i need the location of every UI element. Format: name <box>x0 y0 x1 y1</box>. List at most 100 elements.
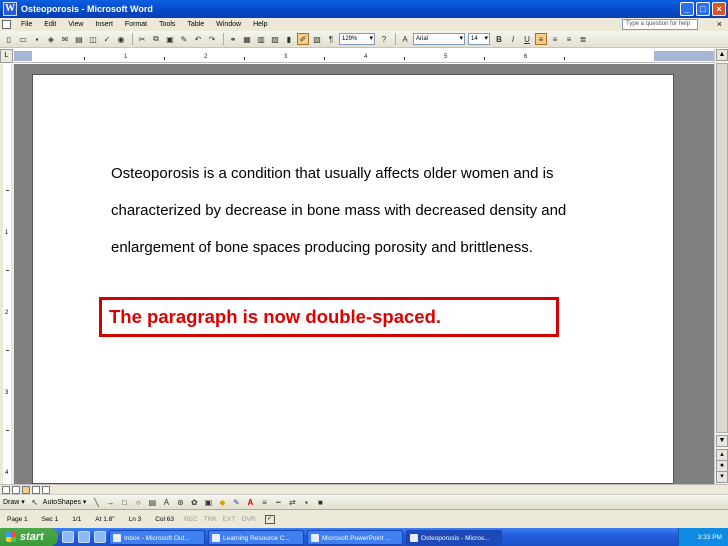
align-right-icon[interactable]: ≡ <box>563 33 575 45</box>
menu-tools[interactable]: Tools <box>153 21 181 28</box>
menu-help[interactable]: Help <box>247 21 273 28</box>
print-icon[interactable]: ▤ <box>73 33 85 45</box>
line-icon[interactable]: ╲ <box>90 496 102 508</box>
scroll-thumb[interactable] <box>716 63 728 433</box>
copy-icon[interactable]: ⧉ <box>150 33 162 45</box>
draw-menu[interactable]: Draw ▾ <box>3 498 25 506</box>
textbox-icon[interactable]: ▤ <box>146 496 158 508</box>
drawing-icon[interactable]: ✐ <box>297 33 309 45</box>
vertical-scrollbar[interactable]: ▲ ▼ ▴ ● ▾ <box>714 49 728 484</box>
close-button[interactable]: × <box>712 2 726 16</box>
menu-file[interactable]: File <box>15 21 38 28</box>
normal-view-icon[interactable] <box>2 486 10 494</box>
quicklaunch-ie-icon[interactable] <box>62 531 74 543</box>
task-outlook[interactable]: Inbox - Microsoft Out... <box>109 529 205 545</box>
line-style-icon[interactable]: ≡ <box>258 496 270 508</box>
web-view-icon[interactable] <box>12 486 20 494</box>
research-icon[interactable]: ◉ <box>115 33 127 45</box>
document-icon[interactable] <box>2 20 11 29</box>
clipart-icon[interactable]: ✿ <box>188 496 200 508</box>
hyperlink-icon[interactable]: ⚭ <box>227 33 239 45</box>
fill-color-icon[interactable]: ◆ <box>216 496 228 508</box>
maximize-button[interactable]: □ <box>696 2 710 16</box>
permission-icon[interactable]: ◈ <box>45 33 57 45</box>
status-trk[interactable]: TRK <box>201 516 220 523</box>
align-center-icon[interactable]: ≡ <box>549 33 561 45</box>
menu-view[interactable]: View <box>62 21 89 28</box>
minimize-button[interactable]: _ <box>680 2 694 16</box>
undo-icon[interactable]: ↶ <box>192 33 204 45</box>
excel-icon[interactable]: ▧ <box>269 33 281 45</box>
horizontal-scrollbar[interactable] <box>0 484 728 494</box>
columns-icon[interactable]: ▮ <box>283 33 295 45</box>
print-preview-icon[interactable]: ◫ <box>87 33 99 45</box>
scroll-down-icon[interactable]: ▼ <box>716 435 728 447</box>
redo-icon[interactable]: ↷ <box>206 33 218 45</box>
oval-icon[interactable]: ○ <box>132 496 144 508</box>
menu-edit[interactable]: Edit <box>38 21 62 28</box>
document-map-icon[interactable]: ▨ <box>311 33 323 45</box>
help-search-input[interactable]: Type a question for help <box>622 19 698 30</box>
spelling-status-icon[interactable]: ✓ <box>264 514 275 524</box>
font-select[interactable]: Arial <box>413 33 465 45</box>
justify-icon[interactable]: ≣ <box>577 33 589 45</box>
task-learning-resource[interactable]: Learning Resource C... <box>208 529 304 545</box>
shadow-icon[interactable]: ▪ <box>300 496 312 508</box>
format-painter-icon[interactable]: ✎ <box>178 33 190 45</box>
task-powerpoint[interactable]: Microsoft PowerPoint ... <box>307 529 403 545</box>
3d-icon[interactable]: ■ <box>314 496 326 508</box>
menu-format[interactable]: Format <box>119 21 153 28</box>
font-color-icon[interactable]: A <box>244 496 256 508</box>
insert-table-icon[interactable]: ▥ <box>255 33 267 45</box>
outline-view-icon[interactable] <box>32 486 40 494</box>
menu-window[interactable]: Window <box>210 21 247 28</box>
tables-borders-icon[interactable]: ▦ <box>241 33 253 45</box>
spelling-icon[interactable]: ✓ <box>101 33 113 45</box>
status-ext[interactable]: EXT <box>220 516 239 523</box>
picture-icon[interactable]: ▣ <box>202 496 214 508</box>
arrow-icon[interactable]: → <box>104 496 116 508</box>
help-icon[interactable]: ? <box>378 33 390 45</box>
scroll-up-icon[interactable]: ▲ <box>716 49 728 61</box>
task-word-osteoporosis[interactable]: Osteoporosis - Micros... <box>406 529 502 545</box>
line-color-icon[interactable]: ✎ <box>230 496 242 508</box>
menu-insert[interactable]: Insert <box>89 21 119 28</box>
show-hide-icon[interactable]: ¶ <box>325 33 337 45</box>
horizontal-ruler[interactable]: 1 2 3 4 5 6 <box>14 49 714 63</box>
document-paragraph[interactable]: Osteoporosis is a condition that usually… <box>111 155 631 266</box>
vertical-ruler[interactable]: 1 2 3 4 <box>0 64 14 484</box>
underline-icon[interactable]: U <box>521 33 533 45</box>
menu-table[interactable]: Table <box>181 21 210 28</box>
font-size-select[interactable]: 14 <box>468 33 490 45</box>
next-page-icon[interactable]: ▾ <box>716 471 728 483</box>
word-app-icon[interactable]: W <box>3 2 17 16</box>
status-ovr[interactable]: OVR <box>238 516 258 523</box>
print-layout-view-icon[interactable] <box>22 486 30 494</box>
quicklaunch-desktop-icon[interactable] <box>78 531 90 543</box>
styles-icon[interactable]: A <box>399 33 411 45</box>
wordart-icon[interactable]: A <box>160 496 172 508</box>
select-objects-icon[interactable]: ↖ <box>29 496 41 508</box>
bold-icon[interactable]: B <box>493 33 505 45</box>
new-document-icon[interactable]: ▯ <box>3 33 15 45</box>
dash-style-icon[interactable]: ┅ <box>272 496 284 508</box>
reading-view-icon[interactable] <box>42 486 50 494</box>
rectangle-icon[interactable]: □ <box>118 496 130 508</box>
autoshapes-menu[interactable]: AutoShapes ▾ <box>43 498 87 506</box>
clock[interactable]: 3:33 PM <box>698 534 722 541</box>
document-page[interactable]: Osteoporosis is a condition that usually… <box>32 74 674 484</box>
cut-icon[interactable]: ✂ <box>136 33 148 45</box>
diagram-icon[interactable]: ⊛ <box>174 496 186 508</box>
start-button[interactable]: start <box>0 528 58 546</box>
zoom-select[interactable]: 129% <box>339 33 375 45</box>
close-document-icon[interactable]: × <box>717 19 722 30</box>
paste-icon[interactable]: ▣ <box>164 33 176 45</box>
quicklaunch-outlook-icon[interactable] <box>94 531 106 543</box>
email-icon[interactable]: ✉ <box>59 33 71 45</box>
arrow-style-icon[interactable]: ⇄ <box>286 496 298 508</box>
tab-selector[interactable]: L <box>0 49 13 63</box>
italic-icon[interactable]: I <box>507 33 519 45</box>
status-rec[interactable]: REC <box>181 516 201 523</box>
open-icon[interactable]: ▭ <box>17 33 29 45</box>
align-left-icon[interactable]: ≡ <box>535 33 547 45</box>
